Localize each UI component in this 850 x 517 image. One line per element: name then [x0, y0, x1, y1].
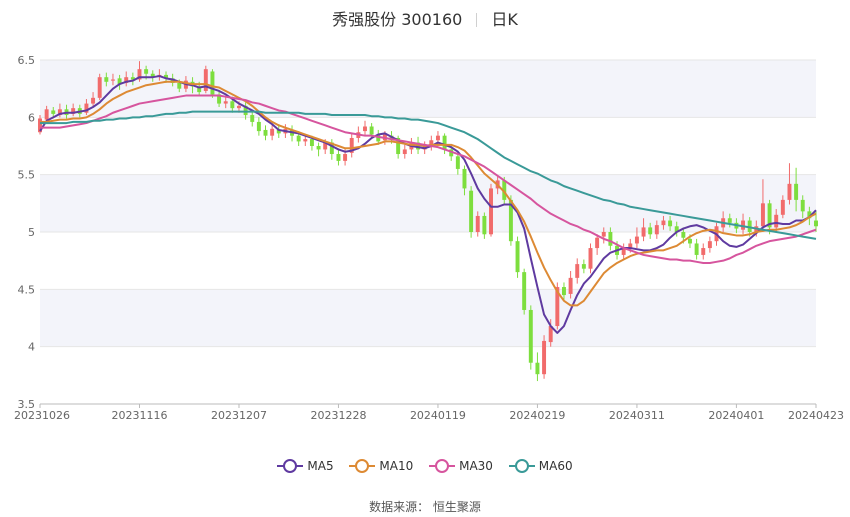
candle-body — [661, 220, 666, 226]
candle-body — [575, 264, 580, 278]
candle-body — [780, 199, 785, 215]
y-tick-label: 6 — [28, 111, 35, 124]
candle-body — [177, 82, 182, 89]
candle-body — [303, 139, 308, 142]
candle-body — [794, 183, 799, 200]
x-tick-label: 20240219 — [509, 409, 565, 422]
x-tick-label: 20231026 — [14, 409, 70, 422]
candle-body — [270, 128, 275, 136]
legend-item-ma30[interactable]: MA30 — [429, 459, 493, 473]
candle-body — [435, 135, 440, 141]
candle-body — [296, 135, 301, 142]
candle-body — [309, 139, 314, 146]
candle-body — [442, 135, 447, 150]
candle-body — [608, 232, 613, 246]
candle-body — [336, 154, 341, 161]
candlestick-chart: 3.544.555.566.520231026 20231116 20231207 2… — [14, 54, 844, 422]
candle-body — [814, 220, 818, 227]
candle-body — [263, 129, 268, 136]
candle-body — [462, 168, 467, 189]
legend-swatch-ma10 — [349, 459, 376, 473]
legend-item-ma10[interactable]: MA10 — [349, 459, 413, 473]
grid-band — [40, 174, 816, 232]
candle-body — [727, 218, 732, 223]
candle-body — [581, 264, 586, 269]
candle-body — [774, 214, 779, 228]
candle-body — [210, 71, 215, 95]
candle-body — [51, 110, 56, 114]
candle-body — [568, 277, 573, 294]
candle-body — [363, 126, 367, 132]
legend: MA5 MA10 MA30 MA60 — [0, 459, 850, 476]
candle-body — [223, 101, 228, 104]
x-tick-label: 20231228 — [310, 409, 366, 422]
y-tick-label: 5 — [28, 226, 35, 239]
candle-body — [316, 146, 321, 150]
candle-body — [694, 243, 699, 255]
candle-body — [535, 362, 540, 375]
legend-label-ma10: MA10 — [379, 459, 414, 473]
candle-body — [369, 126, 374, 135]
grid-band — [40, 289, 816, 347]
candle-body — [250, 115, 255, 122]
legend-label-ma30: MA30 — [459, 459, 493, 473]
candle-body — [343, 154, 348, 161]
candle-body — [688, 238, 692, 244]
grid-band — [40, 60, 816, 118]
candle-body — [455, 156, 460, 169]
candle-body — [561, 287, 566, 296]
candle-body — [515, 241, 520, 273]
candle-body — [522, 272, 527, 310]
legend-item-ma60[interactable]: MA60 — [508, 459, 573, 473]
candle-body — [634, 236, 639, 244]
data-source: 数据来源： 恒生聚源 — [369, 500, 481, 514]
legend-swatch-ma5 — [277, 459, 304, 473]
candle-body — [701, 248, 706, 255]
legend-swatch-ma60 — [508, 459, 535, 473]
candle-body — [542, 340, 547, 375]
candle-body — [482, 215, 487, 235]
x-tick-label: 20231207 — [211, 409, 267, 422]
candle-body — [800, 199, 805, 212]
candle-body — [601, 232, 606, 237]
candle-body — [104, 77, 109, 82]
legend-label-ma60: MA60 — [538, 459, 573, 473]
legend-label-ma5: MA5 — [307, 459, 334, 473]
y-tick-label: 4 — [28, 341, 35, 354]
x-tick-label: 20240311 — [609, 409, 665, 422]
candle-body — [110, 79, 115, 81]
candle-body — [402, 149, 407, 155]
candle-body — [641, 227, 646, 237]
candle-body — [91, 97, 96, 104]
candle-body — [595, 237, 600, 249]
candle-body — [528, 309, 533, 363]
candle-body — [469, 190, 474, 232]
y-tick-label: 4.5 — [18, 283, 36, 296]
candle-body — [654, 225, 659, 235]
x-tick-label: 20240119 — [410, 409, 466, 422]
candle-body — [237, 105, 241, 109]
candle-body — [668, 220, 673, 227]
y-tick-label: 5.5 — [18, 169, 36, 182]
candle-body — [256, 121, 261, 132]
legend-swatch-ma30 — [429, 459, 456, 473]
y-tick-label: 6.5 — [18, 54, 36, 67]
candle-body — [97, 77, 102, 98]
candle-body — [707, 241, 712, 249]
candle-body — [489, 188, 493, 235]
candle-body — [681, 232, 686, 238]
candle-body — [230, 101, 235, 109]
candle-body — [588, 248, 593, 269]
x-tick-label: 20231116 — [111, 409, 167, 422]
candle-body — [475, 215, 480, 232]
x-tick-label: 20240423 — [788, 409, 844, 422]
legend-item-ma5[interactable]: MA5 — [277, 459, 334, 473]
candle-body — [787, 183, 792, 200]
candle-body — [44, 109, 49, 120]
candle-body — [144, 69, 149, 74]
candle-body — [760, 203, 765, 227]
x-tick-label: 20240401 — [708, 409, 764, 422]
candle-body — [648, 227, 653, 235]
